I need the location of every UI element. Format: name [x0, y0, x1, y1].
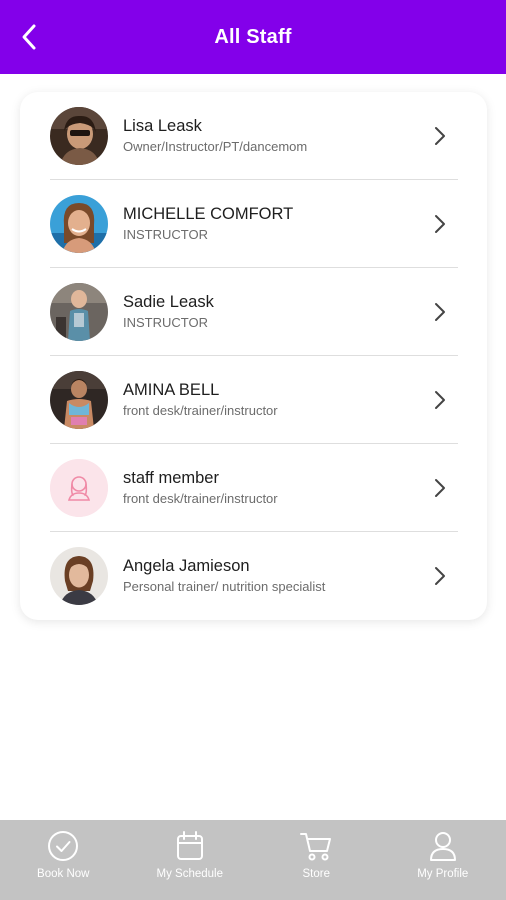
avatar [50, 195, 108, 253]
user-icon [426, 829, 460, 863]
chevron-right-icon [430, 476, 450, 500]
tab-label: Book Now [37, 868, 90, 880]
page-title: All Staff [214, 25, 292, 48]
tab-label: Store [302, 868, 331, 880]
staff-row-lisa-leask[interactable]: Lisa Leask Owner/Instructor/PT/dancemom [50, 92, 458, 180]
chevron-right-icon [430, 300, 450, 324]
staff-role: INSTRUCTOR [123, 227, 208, 242]
avatar [50, 547, 108, 605]
avatar [50, 107, 108, 165]
staff-row-sadie-leask[interactable]: Sadie Leask INSTRUCTOR [50, 268, 458, 356]
placeholder-person-icon [50, 459, 108, 517]
back-button[interactable] [14, 20, 44, 54]
avatar [50, 283, 108, 341]
tab-label: My Profile [417, 868, 469, 880]
tab-book-now[interactable]: Book Now [0, 820, 127, 900]
chevron-right-icon [430, 388, 450, 412]
tab-label: My Schedule [156, 868, 223, 880]
staff-row-amina-bell[interactable]: AMINA BELL front desk/trainer/instructor [50, 356, 458, 444]
staff-name: Sadie Leask [123, 293, 214, 311]
check-circle-icon [46, 829, 80, 863]
staff-role: Personal trainer/ nutrition specialist [123, 579, 326, 594]
chevron-left-icon [22, 24, 36, 50]
chevron-right-icon [430, 564, 450, 588]
staff-name: AMINA BELL [123, 381, 220, 399]
staff-role: INSTRUCTOR [123, 315, 208, 330]
avatar [50, 371, 108, 429]
staff-row-angela-jamieson[interactable]: Angela Jamieson Personal trainer/ nutrit… [50, 532, 458, 620]
staff-list-card: Lisa Leask Owner/Instructor/PT/dancemom … [20, 92, 487, 620]
chevron-right-icon [430, 124, 450, 148]
staff-role: Owner/Instructor/PT/dancemom [123, 139, 308, 154]
staff-name: Lisa Leask [123, 117, 202, 135]
chevron-right-icon [430, 212, 450, 236]
staff-role: front desk/trainer/instructor [123, 403, 278, 418]
cart-icon [299, 829, 333, 863]
staff-row-staff-member[interactable]: staff member front desk/trainer/instruct… [50, 444, 458, 532]
app-header: All Staff [0, 0, 506, 74]
staff-name: staff member [123, 469, 219, 487]
staff-row-michelle-comfort[interactable]: MICHELLE COMFORT INSTRUCTOR [50, 180, 458, 268]
tab-my-profile[interactable]: My Profile [380, 820, 506, 900]
tab-store[interactable]: Store [253, 820, 380, 900]
staff-role: front desk/trainer/instructor [123, 491, 278, 506]
calendar-icon [173, 829, 207, 863]
staff-name: MICHELLE COMFORT [123, 205, 294, 223]
staff-name: Angela Jamieson [123, 557, 250, 575]
tab-my-schedule[interactable]: My Schedule [127, 820, 254, 900]
bottom-tab-bar: Book Now My Schedule Store My Profile [0, 820, 506, 900]
